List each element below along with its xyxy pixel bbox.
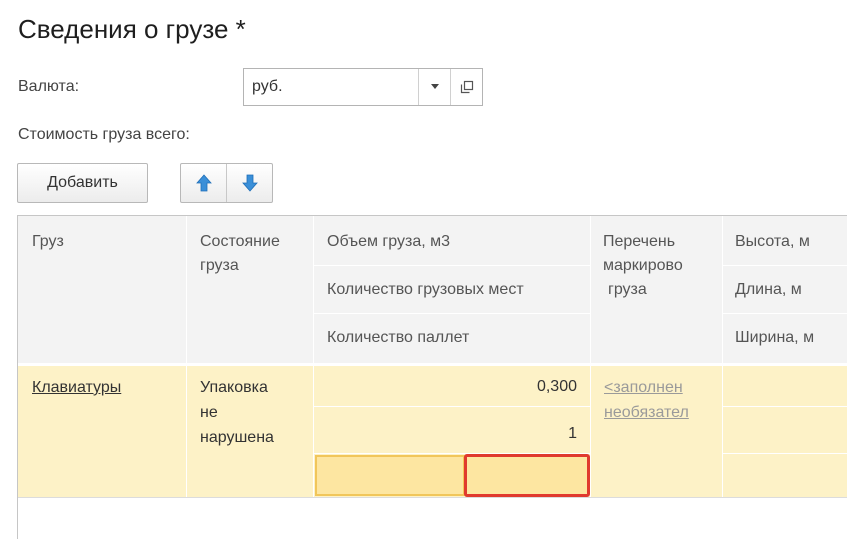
pallets-input[interactable] bbox=[315, 455, 465, 496]
col-marking-3: груза bbox=[608, 281, 647, 298]
move-up-button[interactable] bbox=[181, 164, 226, 202]
open-window-icon bbox=[460, 80, 473, 94]
add-button[interactable]: Добавить bbox=[17, 163, 148, 203]
state-line-1: Упаковка bbox=[200, 379, 268, 396]
volume-value[interactable]: 0,300 bbox=[318, 378, 577, 396]
col-marking-2: маркирово bbox=[603, 257, 683, 274]
col-marking-1[interactable]: Перечень bbox=[603, 230, 675, 254]
col-width[interactable]: Ширина, м bbox=[735, 326, 814, 350]
currency-label: Валюта: bbox=[18, 78, 80, 95]
marking-link-2[interactable]: необязател bbox=[604, 401, 689, 425]
selected-cell[interactable] bbox=[464, 454, 590, 497]
col-height[interactable]: Высота, м bbox=[735, 230, 810, 254]
state-line-3: нарушена bbox=[200, 429, 274, 446]
col-volume[interactable]: Объем груза, м3 bbox=[327, 230, 450, 254]
places-value[interactable]: 1 bbox=[318, 425, 577, 443]
col-places[interactable]: Количество грузовых мест bbox=[327, 278, 524, 302]
col-state[interactable]: Состояние груза bbox=[200, 230, 310, 278]
state-line-2: не bbox=[200, 404, 218, 421]
arrow-up-icon bbox=[195, 174, 212, 192]
marking-link-1[interactable]: <заполнен bbox=[604, 376, 683, 400]
total-cost-label: Стоимость груза всего: bbox=[18, 126, 190, 143]
col-pallets[interactable]: Количество паллет bbox=[327, 326, 469, 350]
move-buttons bbox=[180, 163, 273, 203]
currency-field[interactable]: руб. bbox=[243, 68, 483, 106]
dropdown-button[interactable] bbox=[418, 69, 450, 105]
cargo-table: Груз Состояние груза Объем груза, м3 Кол… bbox=[17, 215, 847, 539]
col-cargo[interactable]: Груз bbox=[32, 230, 64, 254]
currency-value[interactable]: руб. bbox=[244, 69, 418, 105]
col-length[interactable]: Длина, м bbox=[735, 278, 802, 302]
open-button[interactable] bbox=[450, 69, 482, 105]
form-title: Сведения о грузе * bbox=[18, 14, 246, 44]
chevron-down-icon bbox=[430, 84, 439, 89]
cargo-link[interactable]: Клавиатуры bbox=[32, 376, 121, 400]
arrow-down-icon bbox=[241, 174, 258, 192]
move-down-button[interactable] bbox=[226, 164, 272, 202]
